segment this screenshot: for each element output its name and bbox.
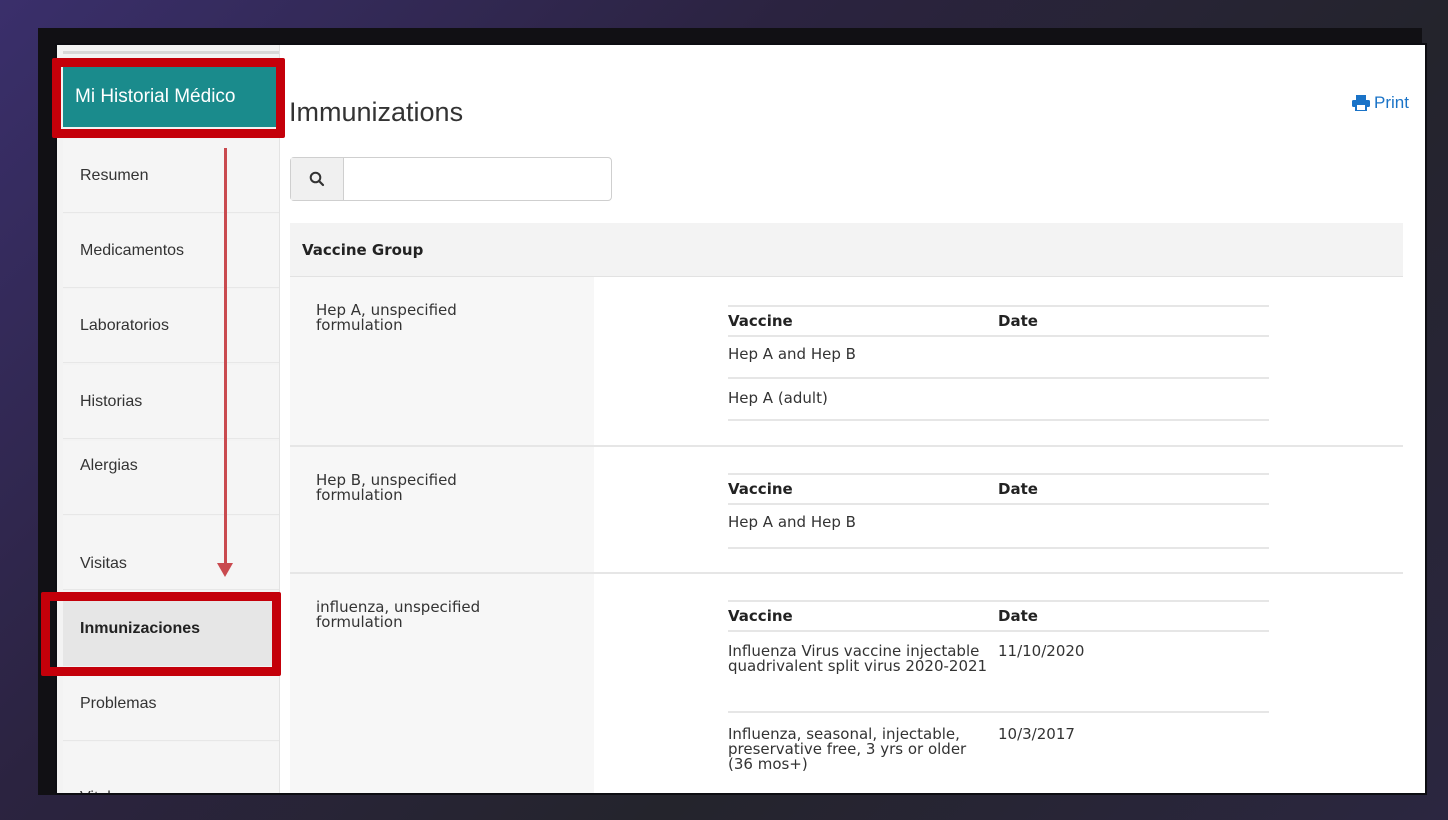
sidebar-item-medicamentos[interactable]: Medicamentos [63,214,279,288]
vaccine-cell: Hep A and Hep B [728,513,856,531]
sidebar-item-laboratorios[interactable]: Laboratorios [63,289,279,363]
group-cell: Hep B, unspecified formulation [290,447,594,572]
table-row: Influenza Virus vaccine injectable quadr… [728,632,1269,713]
group-name: Hep A, unspecified formulation [316,301,457,334]
sidebar-item-historias[interactable]: Historias [63,365,279,439]
col-date-header: Date [998,312,1038,330]
vaccine-cell: Hep A (adult) [728,389,828,407]
table-row: Hep A and Hep B [728,505,1269,549]
print-button[interactable]: Print [1352,93,1409,113]
annotation-arrow-line [224,148,227,566]
col-vaccine-header: Vaccine [728,480,793,498]
group-cell: Hep A, unspecified formulation [290,277,594,445]
app-window: Mi Historial Médico Resumen Medicamentos… [55,43,1427,795]
sidebar-item-vitales[interactable]: Vitales [63,742,279,793]
date-cell: 10/3/2017 [998,725,1075,743]
page-title: Immunizations [289,97,464,127]
vaccine-group-row: Hep B, unspecified formulation Vaccine D… [290,447,1403,574]
vaccine-group-header: Vaccine Group [290,223,1403,277]
search-button[interactable] [291,158,344,200]
sidebar-item-resumen[interactable]: Resumen [63,139,279,213]
search-box [290,157,612,201]
col-vaccine-header: Vaccine [728,607,793,625]
search-input[interactable] [345,160,611,200]
sidebar-item-problemas[interactable]: Problemas [63,667,279,741]
date-cell [998,337,1269,377]
main-content: Immunizations Print Vaccine Group Hep A,… [289,45,1425,793]
date-cell [998,505,1269,547]
date-cell: 11/10/2020 [998,642,1085,660]
sidebar-divider [63,51,279,54]
vaccine-table: Vaccine Date Hep A and Hep B Hep A (adul… [728,305,1269,421]
sidebar-item-visitas[interactable]: Visitas [63,516,279,590]
printer-icon [1352,95,1371,111]
date-cell [998,379,1269,419]
group-name: influenza, unspecified formulation [316,598,481,631]
col-date-header: Date [998,480,1038,498]
vaccine-table-header: Vaccine Date [728,475,1269,505]
vaccine-group-row: influenza, unspecified formulation Vacci… [290,574,1403,793]
vaccine-group-row: Hep A, unspecified formulation Vaccine D… [290,277,1403,447]
group-name: Hep B, unspecified formulation [316,471,457,504]
sidebar: Mi Historial Médico Resumen Medicamentos… [57,45,280,793]
col-date-header: Date [998,607,1038,625]
vaccine-table: Vaccine Date Hep A and Hep B [728,473,1269,549]
vaccine-cell: Influenza, seasonal, injectable, preserv… [728,725,967,773]
table-row: Hep A and Hep B [728,337,1269,379]
group-cell: influenza, unspecified formulation [290,574,594,793]
search-icon [309,171,325,187]
table-row: Hep A (adult) [728,379,1269,421]
table-row: Influenza, seasonal, injectable, preserv… [728,713,1269,793]
active-item-highlight-box [41,592,281,676]
print-label: Print [1374,93,1409,112]
header-highlight-box [52,58,285,138]
sidebar-item-alergias[interactable]: Alergias [63,441,279,515]
arrow-down-icon [217,563,233,577]
vaccine-cell: Hep A and Hep B [728,345,856,363]
vaccine-cell: Influenza Virus vaccine injectable quadr… [728,642,988,675]
col-vaccine-header: Vaccine [728,312,793,330]
vaccine-table: Vaccine Date Influenza Virus vaccine inj… [728,600,1269,793]
vaccine-table-header: Vaccine Date [728,307,1269,337]
vaccine-table-header: Vaccine Date [728,602,1269,632]
